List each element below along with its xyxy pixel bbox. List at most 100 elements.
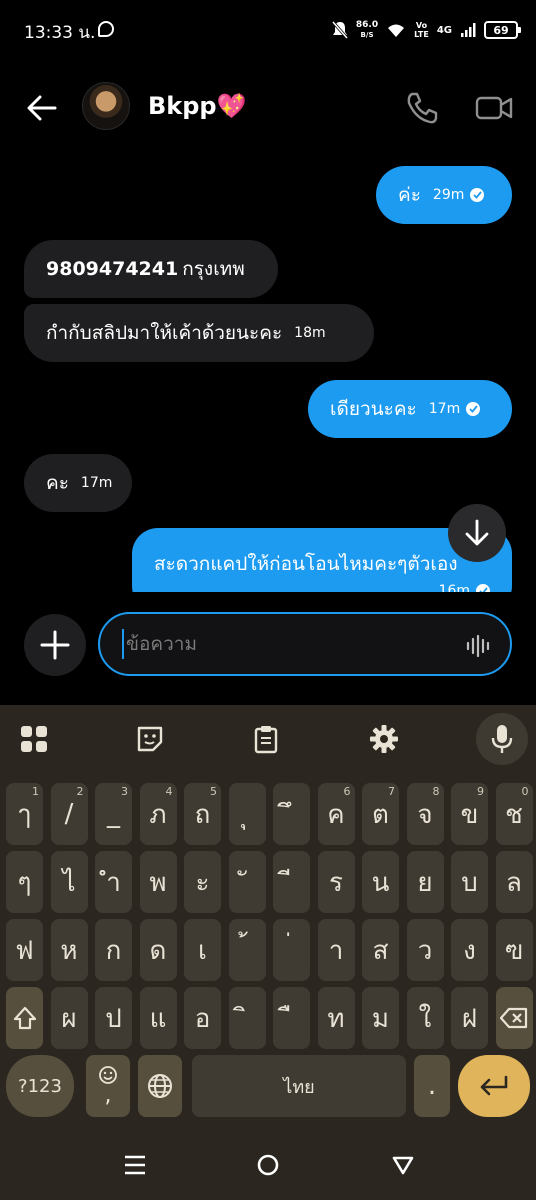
key[interactable]: บ	[451, 851, 488, 913]
key[interactable]: ร	[317, 851, 355, 913]
key[interactable]: ิ	[228, 987, 266, 1049]
voice-input-button[interactable]	[476, 713, 528, 765]
key[interactable]: ต7	[362, 783, 399, 845]
numbers-key[interactable]: ?123	[6, 1055, 74, 1117]
video-call-button[interactable]	[474, 90, 514, 126]
backspace-key[interactable]	[495, 987, 533, 1049]
arrow-left-icon	[27, 95, 57, 121]
key[interactable]: ้	[228, 919, 266, 981]
scroll-to-bottom-button[interactable]	[448, 504, 506, 562]
key[interactable]: ำ	[95, 851, 132, 913]
keyboard-settings-button[interactable]	[366, 721, 402, 757]
volte-indicator: Vo LTE	[414, 21, 429, 39]
key[interactable]: า	[317, 919, 355, 981]
key[interactable]: ล	[495, 851, 533, 913]
key[interactable]: ่	[273, 919, 310, 981]
gear-icon	[370, 725, 398, 753]
shift-icon	[13, 1006, 36, 1030]
clipboard-icon	[254, 726, 278, 754]
read-check-icon	[466, 402, 481, 416]
message-bubble[interactable]: 9809474241 กรุงเทพ	[24, 240, 278, 298]
system-nav-bar	[0, 1130, 536, 1200]
globe-icon	[148, 1074, 172, 1098]
keyboard: ๅ1/2_3ภ4ถ5ุึค6ต7จ8ข9ช0 ๆไำพะัีรนยบลฟหกดเ้…	[0, 705, 536, 1130]
language-key[interactable]	[138, 1055, 182, 1117]
back-nav-button[interactable]	[388, 1150, 418, 1180]
key[interactable]: ว	[406, 919, 444, 981]
key[interactable]: พ	[139, 851, 177, 913]
mute-bell-icon	[331, 21, 348, 39]
key[interactable]: ค6	[317, 783, 355, 845]
key[interactable]: ๅ1	[6, 783, 43, 845]
microphone-icon	[491, 725, 513, 753]
key[interactable]: ึ	[273, 783, 310, 845]
key[interactable]: ุ	[228, 783, 266, 845]
clipboard-button[interactable]	[248, 721, 284, 757]
back-button[interactable]	[22, 88, 62, 128]
key[interactable]: ข9	[451, 783, 488, 845]
key[interactable]: จ8	[406, 783, 444, 845]
message-bubble[interactable]: คะ 17m	[24, 454, 132, 512]
chat-header: Bkpp💖	[0, 62, 536, 154]
contact-name[interactable]: Bkpp💖	[148, 92, 247, 120]
grid-icon	[21, 726, 47, 752]
status-time: 13:33 น.	[24, 23, 96, 43]
arrow-down-icon	[465, 519, 489, 546]
key[interactable]: ี	[273, 851, 310, 913]
key[interactable]: ฝ	[451, 987, 488, 1049]
key[interactable]: ม	[362, 987, 399, 1049]
voice-call-button[interactable]	[404, 90, 440, 126]
key[interactable]: ใ	[406, 987, 444, 1049]
status-bar: 13:33 น. 86.0 B/S Vo LTE 4G 69	[0, 0, 536, 62]
shift-key[interactable]	[6, 987, 43, 1049]
network-type: 4G	[436, 24, 452, 36]
key[interactable]: _ 3	[95, 783, 132, 845]
key[interactable]: ง	[451, 919, 488, 981]
key[interactable]: /2	[50, 783, 88, 845]
key[interactable]: ไ	[50, 851, 88, 913]
message-placeholder: ข้อความ	[122, 629, 197, 659]
key[interactable]: ส	[362, 919, 399, 981]
emoji-key[interactable]: ,	[86, 1055, 130, 1117]
period-key[interactable]: .	[414, 1055, 450, 1117]
key[interactable]: แ	[139, 987, 177, 1049]
key[interactable]: ะ	[184, 851, 221, 913]
key[interactable]: ก	[95, 919, 132, 981]
key[interactable]: ๆ	[6, 851, 43, 913]
key[interactable]: ป	[95, 987, 132, 1049]
enter-key[interactable]	[458, 1055, 530, 1117]
voice-message-icon[interactable]	[466, 634, 490, 658]
message-bubble[interactable]: เดียวนะคะ 17m	[308, 380, 512, 438]
home-button[interactable]	[253, 1150, 283, 1180]
apps-grid-button[interactable]	[16, 721, 52, 757]
key[interactable]: ื	[273, 987, 310, 1049]
key[interactable]: น	[362, 851, 399, 913]
key[interactable]: ด	[139, 919, 177, 981]
message-input[interactable]: ข้อความ	[98, 612, 512, 676]
key[interactable]: ั	[228, 851, 266, 913]
key[interactable]: ผ	[50, 987, 88, 1049]
recent-apps-button[interactable]	[120, 1150, 150, 1180]
signal-icon	[461, 23, 476, 37]
phone-icon	[407, 92, 438, 124]
key[interactable]: ท	[317, 987, 355, 1049]
key[interactable]: อ	[184, 987, 221, 1049]
key[interactable]: ช0	[495, 783, 533, 845]
sticker-icon	[137, 726, 163, 752]
add-attachment-button[interactable]	[24, 614, 86, 676]
key[interactable]: เ	[184, 919, 221, 981]
message-bubble[interactable]: กำกับสลิปมาให้เค้าด้วยนะคะ 18m	[24, 304, 374, 362]
key[interactable]: ย	[406, 851, 444, 913]
key[interactable]: ห	[50, 919, 88, 981]
read-check-icon	[476, 584, 490, 592]
key[interactable]: ภ4	[139, 783, 177, 845]
message-bubble[interactable]: ค่ะ 29m	[376, 166, 512, 224]
key[interactable]: ฃ	[495, 919, 533, 981]
sticker-button[interactable]	[132, 721, 168, 757]
emoji-icon	[99, 1066, 117, 1084]
key[interactable]: ถ5	[184, 783, 221, 845]
key[interactable]: ฟ	[6, 919, 43, 981]
contact-avatar[interactable]	[82, 82, 130, 130]
wifi-icon	[388, 24, 405, 37]
space-key[interactable]: ไทย	[192, 1055, 406, 1117]
